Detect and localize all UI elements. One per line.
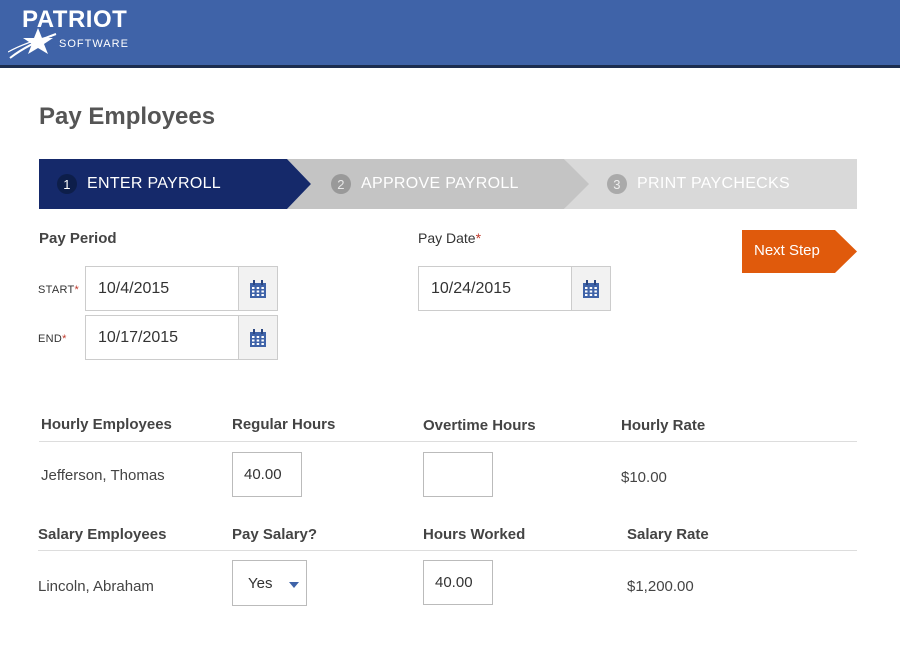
overtime-hours-input[interactable] <box>423 452 493 497</box>
salary-header-rate: Salary Rate <box>627 526 709 543</box>
step-label: APPROVE PAYROLL <box>361 175 519 192</box>
salary-header-pay-salary: Pay Salary? <box>232 526 318 543</box>
calendar-icon <box>250 279 266 298</box>
pay-date-label: Pay Date* <box>418 230 481 246</box>
payroll-stepper: 1 ENTER PAYROLL 2 APPROVE PAYROLL 3 PRIN… <box>39 159 857 209</box>
regular-hours-input[interactable] <box>232 452 302 497</box>
hourly-header-regular-hours: Regular Hours <box>232 416 336 433</box>
next-step-label: Next Step <box>754 242 820 259</box>
salary-rate-value: $1,200.00 <box>627 578 694 595</box>
step-enter-payroll[interactable]: 1 ENTER PAYROLL <box>57 159 221 209</box>
pay-date-input[interactable] <box>419 267 571 310</box>
start-label: START* <box>38 284 79 296</box>
required-mark: * <box>62 333 67 345</box>
pay-salary-value: Yes <box>248 574 273 592</box>
app-header: PATRIOT SOFTWARE <box>0 0 900 68</box>
employee-name: Jefferson, Thomas <box>41 467 165 484</box>
pay-period-label: Pay Period <box>39 230 117 247</box>
page-title: Pay Employees <box>39 103 216 130</box>
hourly-header-overtime-hours: Overtime Hours <box>423 417 536 434</box>
employee-name: Lincoln, Abraham <box>38 578 154 595</box>
calendar-icon <box>583 279 599 298</box>
start-date-input[interactable] <box>86 267 238 310</box>
salary-header-hours-worked: Hours Worked <box>423 526 526 543</box>
chevron-down-icon <box>289 582 299 588</box>
step-number: 1 <box>57 174 77 194</box>
step-print-paychecks[interactable]: 3 PRINT PAYCHECKS <box>607 159 790 209</box>
end-label-text: END <box>38 333 63 345</box>
pay-date-label-text: Pay Date <box>418 230 476 246</box>
end-date-input[interactable] <box>86 316 238 359</box>
pay-date-field <box>418 266 611 311</box>
end-date-field <box>85 315 278 360</box>
hourly-header-rate: Hourly Rate <box>621 417 706 434</box>
hours-worked-input[interactable] <box>423 560 493 605</box>
start-label-text: START <box>38 284 75 296</box>
hourly-header-name: Hourly Employees <box>41 416 172 433</box>
start-date-field <box>85 266 278 311</box>
step-label: PRINT PAYCHECKS <box>637 175 790 192</box>
logo-subtitle: SOFTWARE <box>59 38 129 50</box>
patriot-logo[interactable]: PATRIOT SOFTWARE <box>8 4 138 60</box>
step-approve-payroll[interactable]: 2 APPROVE PAYROLL <box>331 159 519 209</box>
pay-date-calendar-button[interactable] <box>571 267 610 310</box>
salary-divider <box>38 550 857 551</box>
step-number: 2 <box>331 174 351 194</box>
end-date-calendar-button[interactable] <box>238 316 277 359</box>
pay-salary-select[interactable]: Yes <box>232 560 307 606</box>
step-number: 3 <box>607 174 627 194</box>
salary-header-name: Salary Employees <box>38 526 167 543</box>
logo-title: PATRIOT <box>22 6 128 33</box>
calendar-icon <box>250 328 266 347</box>
hourly-rate-value: $10.00 <box>621 469 667 486</box>
start-date-calendar-button[interactable] <box>238 267 277 310</box>
step-label: ENTER PAYROLL <box>87 175 222 192</box>
next-step-button[interactable]: Next Step <box>742 230 857 273</box>
required-mark: * <box>475 230 482 246</box>
required-mark: * <box>74 284 80 296</box>
end-label: END* <box>38 333 67 345</box>
hourly-divider <box>39 441 857 442</box>
